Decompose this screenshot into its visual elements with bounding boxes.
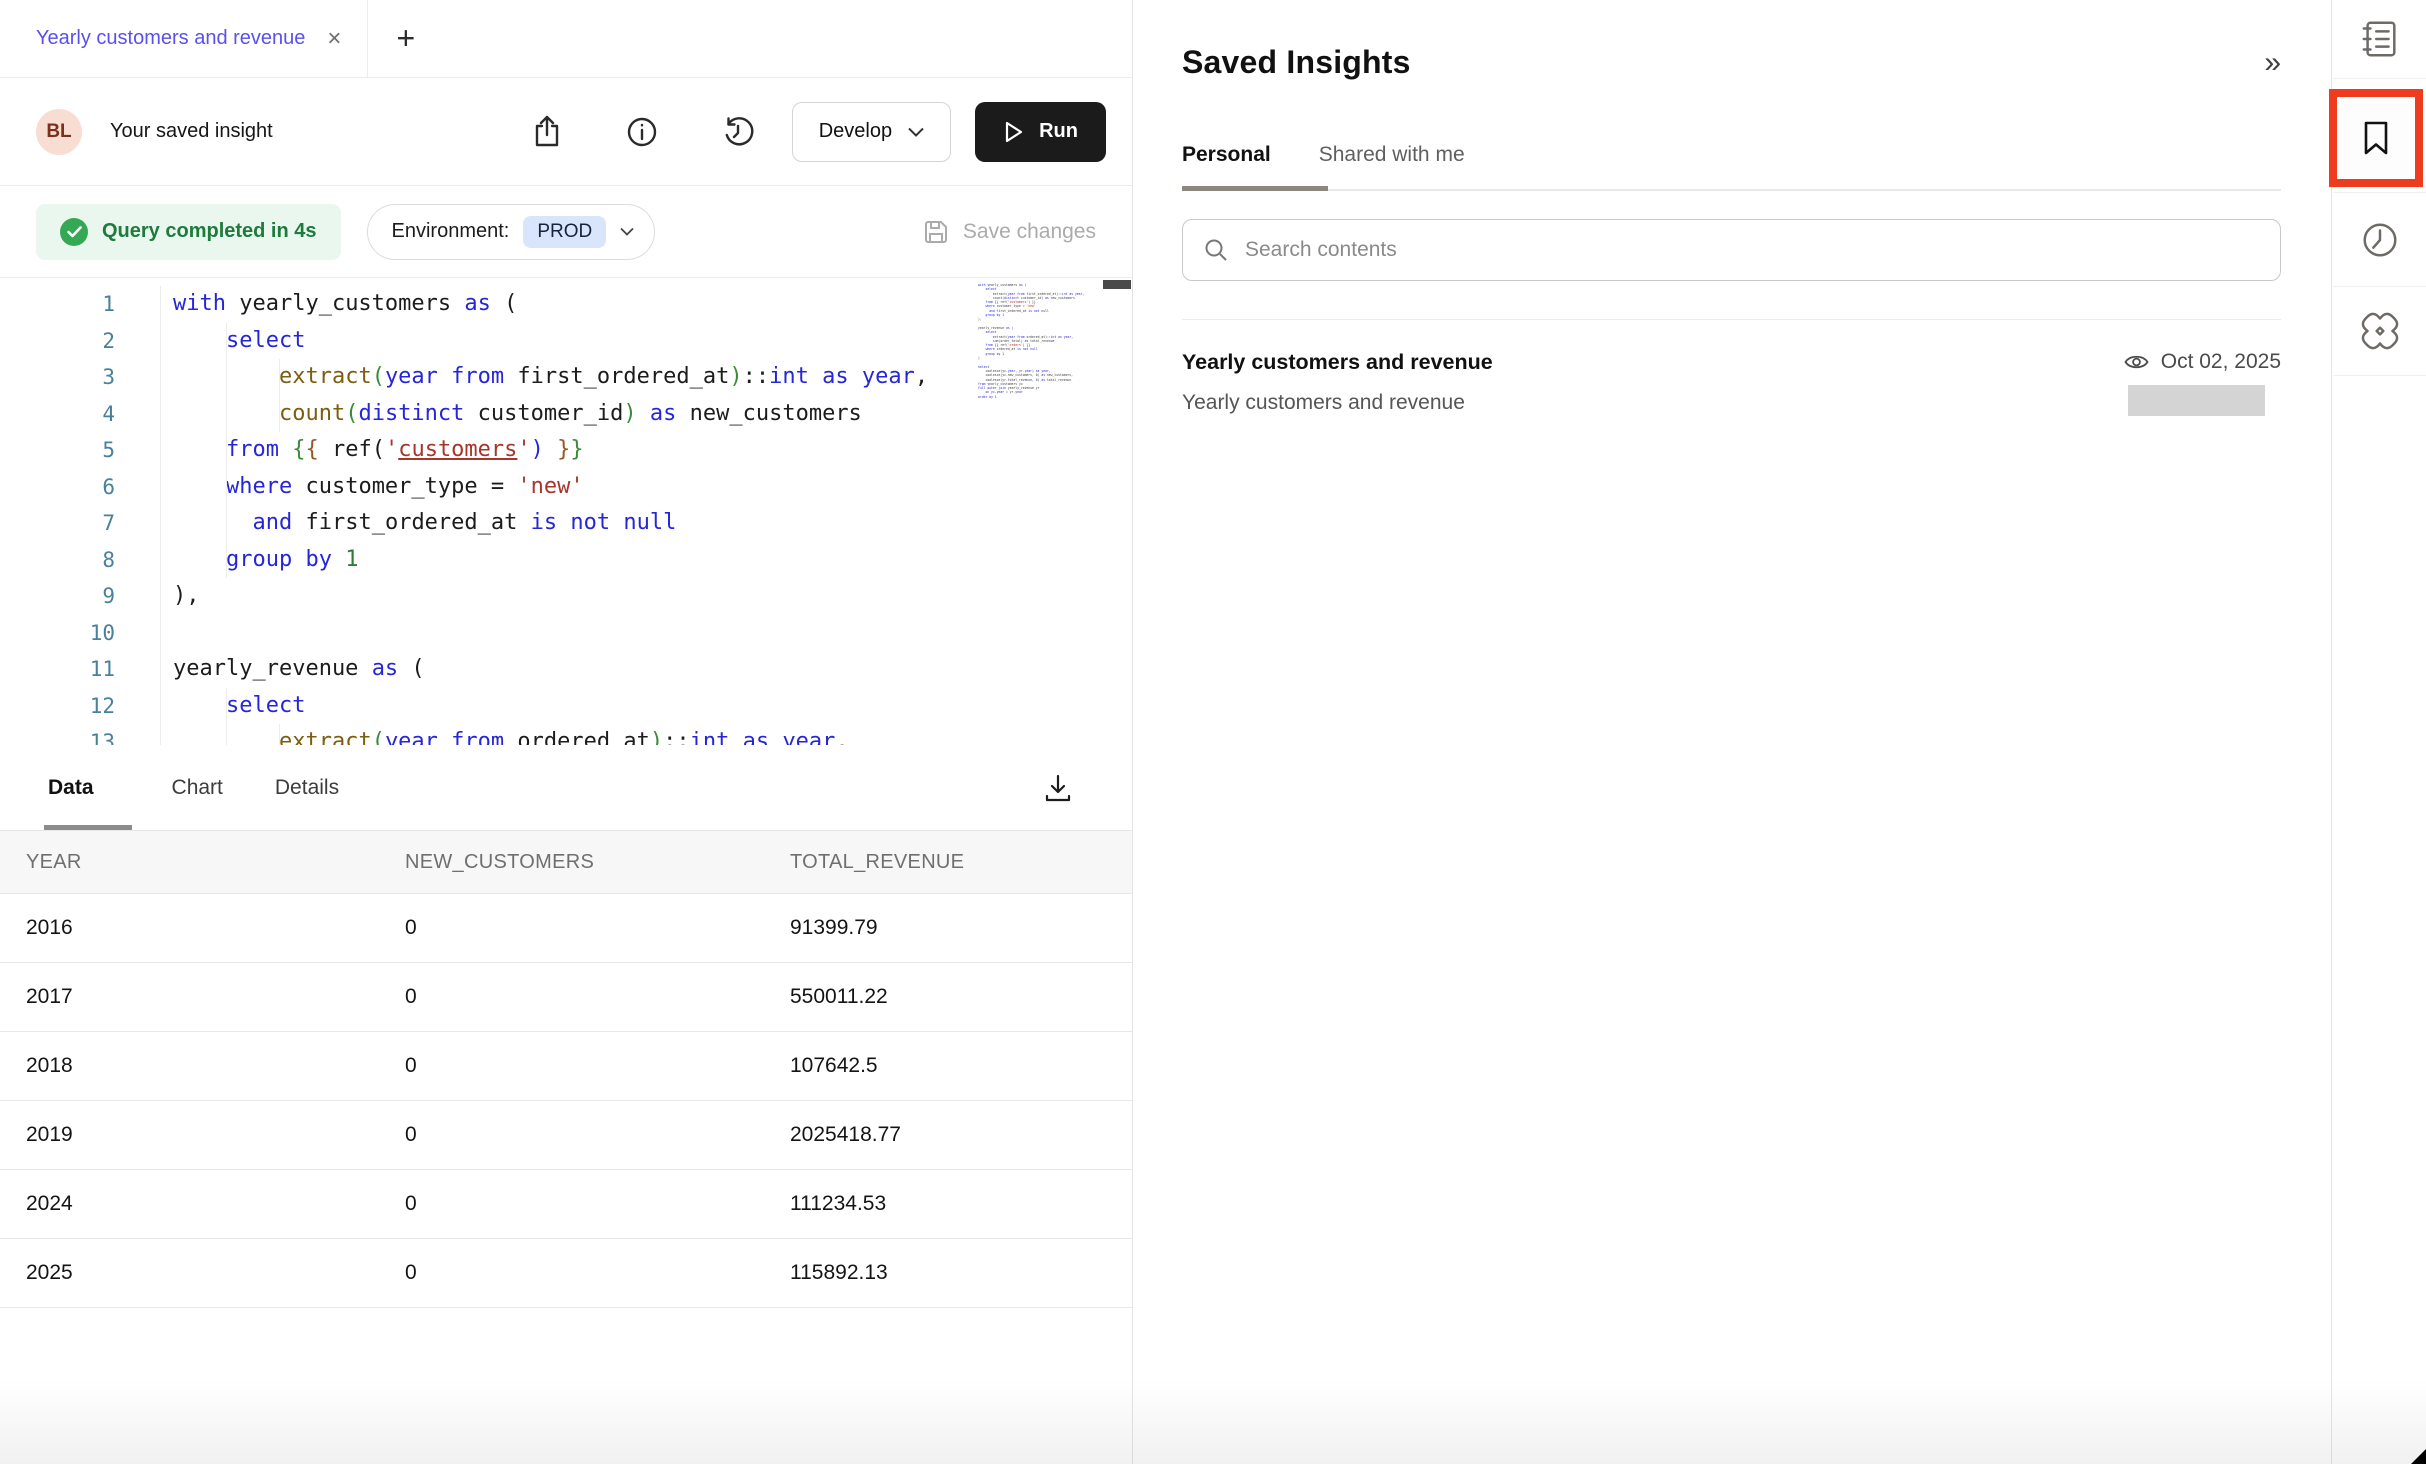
column-header: TOTAL_REVENUE (764, 831, 1132, 894)
tab-shared-with-me[interactable]: Shared with me (1319, 143, 1465, 167)
chevron-down-icon (908, 127, 924, 137)
save-changes-button[interactable]: Save changes (923, 219, 1096, 245)
check-icon (60, 218, 88, 246)
insight-date: Oct 02, 2025 (2124, 350, 2281, 374)
divider (1182, 319, 2281, 320)
query-status-badge: Query completed in 4s (36, 204, 341, 260)
query-panel: Yearly customers and revenue × + BL Your… (0, 0, 1133, 1464)
tab-yearly-customers-and-revenue[interactable]: Yearly customers and revenue × (0, 0, 368, 77)
code-line[interactable]: 9), (0, 578, 1132, 615)
saved-insights-panel: Saved Insights » Personal Shared with me… (1134, 0, 2332, 1464)
sql-editor[interactable]: 1with yearly_customers as (2 select3 ext… (0, 278, 1132, 745)
table-row: 20240111234.53 (0, 1170, 1132, 1239)
corner-artifact (2411, 1449, 2426, 1464)
tab-chart[interactable]: Chart (172, 776, 223, 800)
table-row: 2016091399.79 (0, 894, 1132, 963)
bookmark-icon (2357, 118, 2395, 158)
code-line[interactable]: 8 group by 1 (0, 542, 1132, 579)
code-line[interactable]: 6 where customer_type = 'new' (0, 469, 1132, 506)
dbt-button[interactable] (2333, 287, 2426, 376)
insight-toolbar: BL Your saved insight (0, 78, 1132, 186)
chevron-down-icon (620, 227, 634, 236)
search-input[interactable] (1245, 238, 2260, 262)
column-header: YEAR (0, 831, 379, 894)
results-table: YEARNEW_CUSTOMERSTOTAL_REVENUE 201609139… (0, 830, 1132, 1308)
run-button[interactable]: Run (975, 102, 1106, 162)
saved-insights-tabs: Personal Shared with me (1182, 143, 2281, 191)
app-window: Yearly customers and revenue × + BL Your… (0, 0, 2426, 1464)
tab-bar: Yearly customers and revenue × + (0, 0, 1132, 78)
code-line[interactable]: 7 and first_ordered_at is not null (0, 505, 1132, 542)
search-icon (1203, 237, 1229, 263)
page-title: Saved Insights (1182, 44, 1411, 81)
history-button[interactable] (2333, 193, 2426, 287)
right-icon-rail (2333, 0, 2426, 1464)
share-icon[interactable] (532, 115, 562, 149)
dbt-logo-icon (2357, 308, 2403, 354)
status-bar: Query completed in 4s Environment: PROD … (0, 186, 1132, 278)
code-line[interactable]: 5 from {{ ref('customers') }} (0, 432, 1132, 469)
column-header: NEW_CUSTOMERS (379, 831, 764, 894)
close-icon[interactable]: × (327, 27, 341, 51)
table-row: 201902025418.77 (0, 1101, 1132, 1170)
code-line[interactable]: 1with yearly_customers as ( (0, 286, 1132, 323)
code-line[interactable]: 13 extract(year from ordered_at)::int as… (0, 724, 1132, 745)
insight-title: Your saved insight (110, 120, 273, 143)
environment-value-chip: PROD (523, 216, 606, 248)
editor-scrollbar[interactable] (1103, 280, 1131, 289)
results-header-row: YEARNEW_CUSTOMERSTOTAL_REVENUE (0, 831, 1132, 894)
active-tab-underline (44, 825, 132, 830)
results-tab-bar: Data Chart Details (0, 745, 1132, 830)
play-icon (1003, 120, 1025, 144)
results-panel: Data Chart Details YEARNEW_CUSTOMERSTOTA… (0, 745, 1132, 1308)
develop-button[interactable]: Develop (792, 102, 951, 162)
insight-list-item[interactable]: Yearly customers and revenue Yearly custo… (1182, 350, 2281, 416)
history-clock-icon (2359, 219, 2401, 261)
code-line[interactable]: 10 (0, 615, 1132, 652)
editor-minimap[interactable]: with yearly_customers as ( select extrac… (978, 283, 1105, 399)
new-tab-button[interactable]: + (368, 0, 443, 77)
code-area[interactable]: 1with yearly_customers as (2 select3 ext… (0, 286, 1132, 745)
notebook-icon (2359, 18, 2401, 60)
table-row: 20250115892.13 (0, 1239, 1132, 1308)
code-line[interactable]: 4 count(distinct customer_id) as new_cus… (0, 396, 1132, 433)
table-row: 20180107642.5 (0, 1032, 1132, 1101)
code-line[interactable]: 12 select (0, 688, 1132, 725)
collapse-panel-icon[interactable]: » (2264, 48, 2281, 78)
history-icon[interactable] (722, 116, 754, 148)
eye-icon (2124, 353, 2149, 371)
avatar: BL (36, 109, 82, 155)
environment-select[interactable]: Environment: PROD (367, 204, 656, 260)
tab-personal[interactable]: Personal (1182, 143, 1271, 167)
notebook-button[interactable] (2333, 0, 2426, 79)
table-row: 20170550011.22 (0, 963, 1132, 1032)
skeleton-placeholder (2128, 385, 2265, 416)
active-tab-underline (1182, 186, 1328, 191)
save-icon (923, 219, 949, 245)
code-line[interactable]: 2 select (0, 323, 1132, 360)
bookmark-button-highlighted[interactable] (2329, 89, 2423, 187)
code-line[interactable]: 3 extract(year from first_ordered_at)::i… (0, 359, 1132, 396)
tab-data[interactable]: Data (48, 776, 94, 800)
tab-title: Yearly customers and revenue (36, 27, 305, 50)
download-icon[interactable] (1042, 772, 1074, 804)
info-icon[interactable] (626, 116, 658, 148)
tab-details[interactable]: Details (275, 776, 339, 800)
insight-list: Yearly customers and revenue Yearly custo… (1182, 350, 2281, 416)
insight-title: Yearly customers and revenue (1182, 350, 2124, 375)
insight-subtitle: Yearly customers and revenue (1182, 391, 2124, 415)
search-box[interactable] (1182, 219, 2281, 281)
code-line[interactable]: 11yearly_revenue as ( (0, 651, 1132, 688)
